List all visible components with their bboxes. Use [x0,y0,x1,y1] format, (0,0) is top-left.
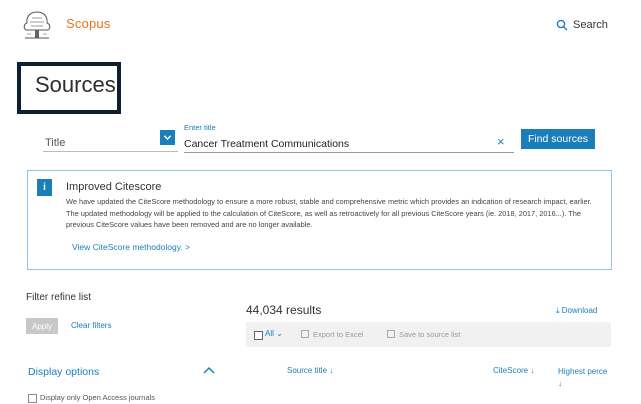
download-label: Download [561,306,598,315]
header-search-button[interactable]: Search [556,19,608,31]
find-sources-button[interactable]: Find sources [521,129,595,149]
brand-name[interactable]: Scopus [66,16,111,31]
column-header-citescore[interactable]: CiteScore ↓ [493,366,534,375]
save-icon [387,330,395,338]
apply-filters-button[interactable]: Apply [26,318,58,334]
search-field-type-dropdown[interactable] [160,130,175,145]
column-header-highest-percentile[interactable]: Highest perce ↓ [558,366,638,390]
chevron-up-icon[interactable] [203,366,215,374]
title-search-input[interactable] [184,136,514,153]
citescore-methodology-link[interactable]: View CiteScore methodology. > [72,242,190,252]
save-to-list-label: Save to source list [399,330,461,339]
notice-heading: Improved Citescore [66,181,162,193]
save-to-list-button[interactable]: Save to source list [387,330,460,339]
open-access-label: Display only Open Access journals [40,393,156,402]
search-field-type-label[interactable]: Title [45,137,65,149]
header-search-label: Search [573,19,608,31]
elsevier-logo[interactable] [20,8,54,42]
sort-arrow-icon: ↓ [558,379,562,388]
notice-body: We have updated the CiteScore methodolog… [66,197,592,229]
display-options-toggle[interactable]: Display options [28,366,99,378]
enter-title-label: Enter title [184,123,216,132]
page-title: Sources [17,62,121,114]
column-header-source-title[interactable]: Source title ↓ [287,366,333,375]
download-button[interactable]: ⤓ Download [556,306,597,316]
export-icon [301,330,309,338]
chevron-down-icon [163,135,172,141]
export-excel-label: Export to Excel [313,330,364,339]
search-icon [556,19,568,31]
results-count: 44,034 results [246,303,322,317]
select-all-label: All [265,329,274,338]
clear-filters-link[interactable]: Clear filters [71,321,111,330]
clear-input-icon[interactable]: × [497,134,505,149]
open-access-checkbox[interactable] [28,394,37,403]
column-header-highest-label: Highest perce [558,367,608,376]
search-field-type-underline [43,151,178,152]
chevron-down-icon: ⌄ [273,329,283,338]
select-all-checkbox[interactable] [254,331,263,340]
filter-heading: Filter refine list [26,292,92,303]
select-all-dropdown[interactable]: All ⌄ [265,329,283,338]
export-excel-button[interactable]: Export to Excel [301,330,363,339]
info-icon: i [37,179,52,196]
